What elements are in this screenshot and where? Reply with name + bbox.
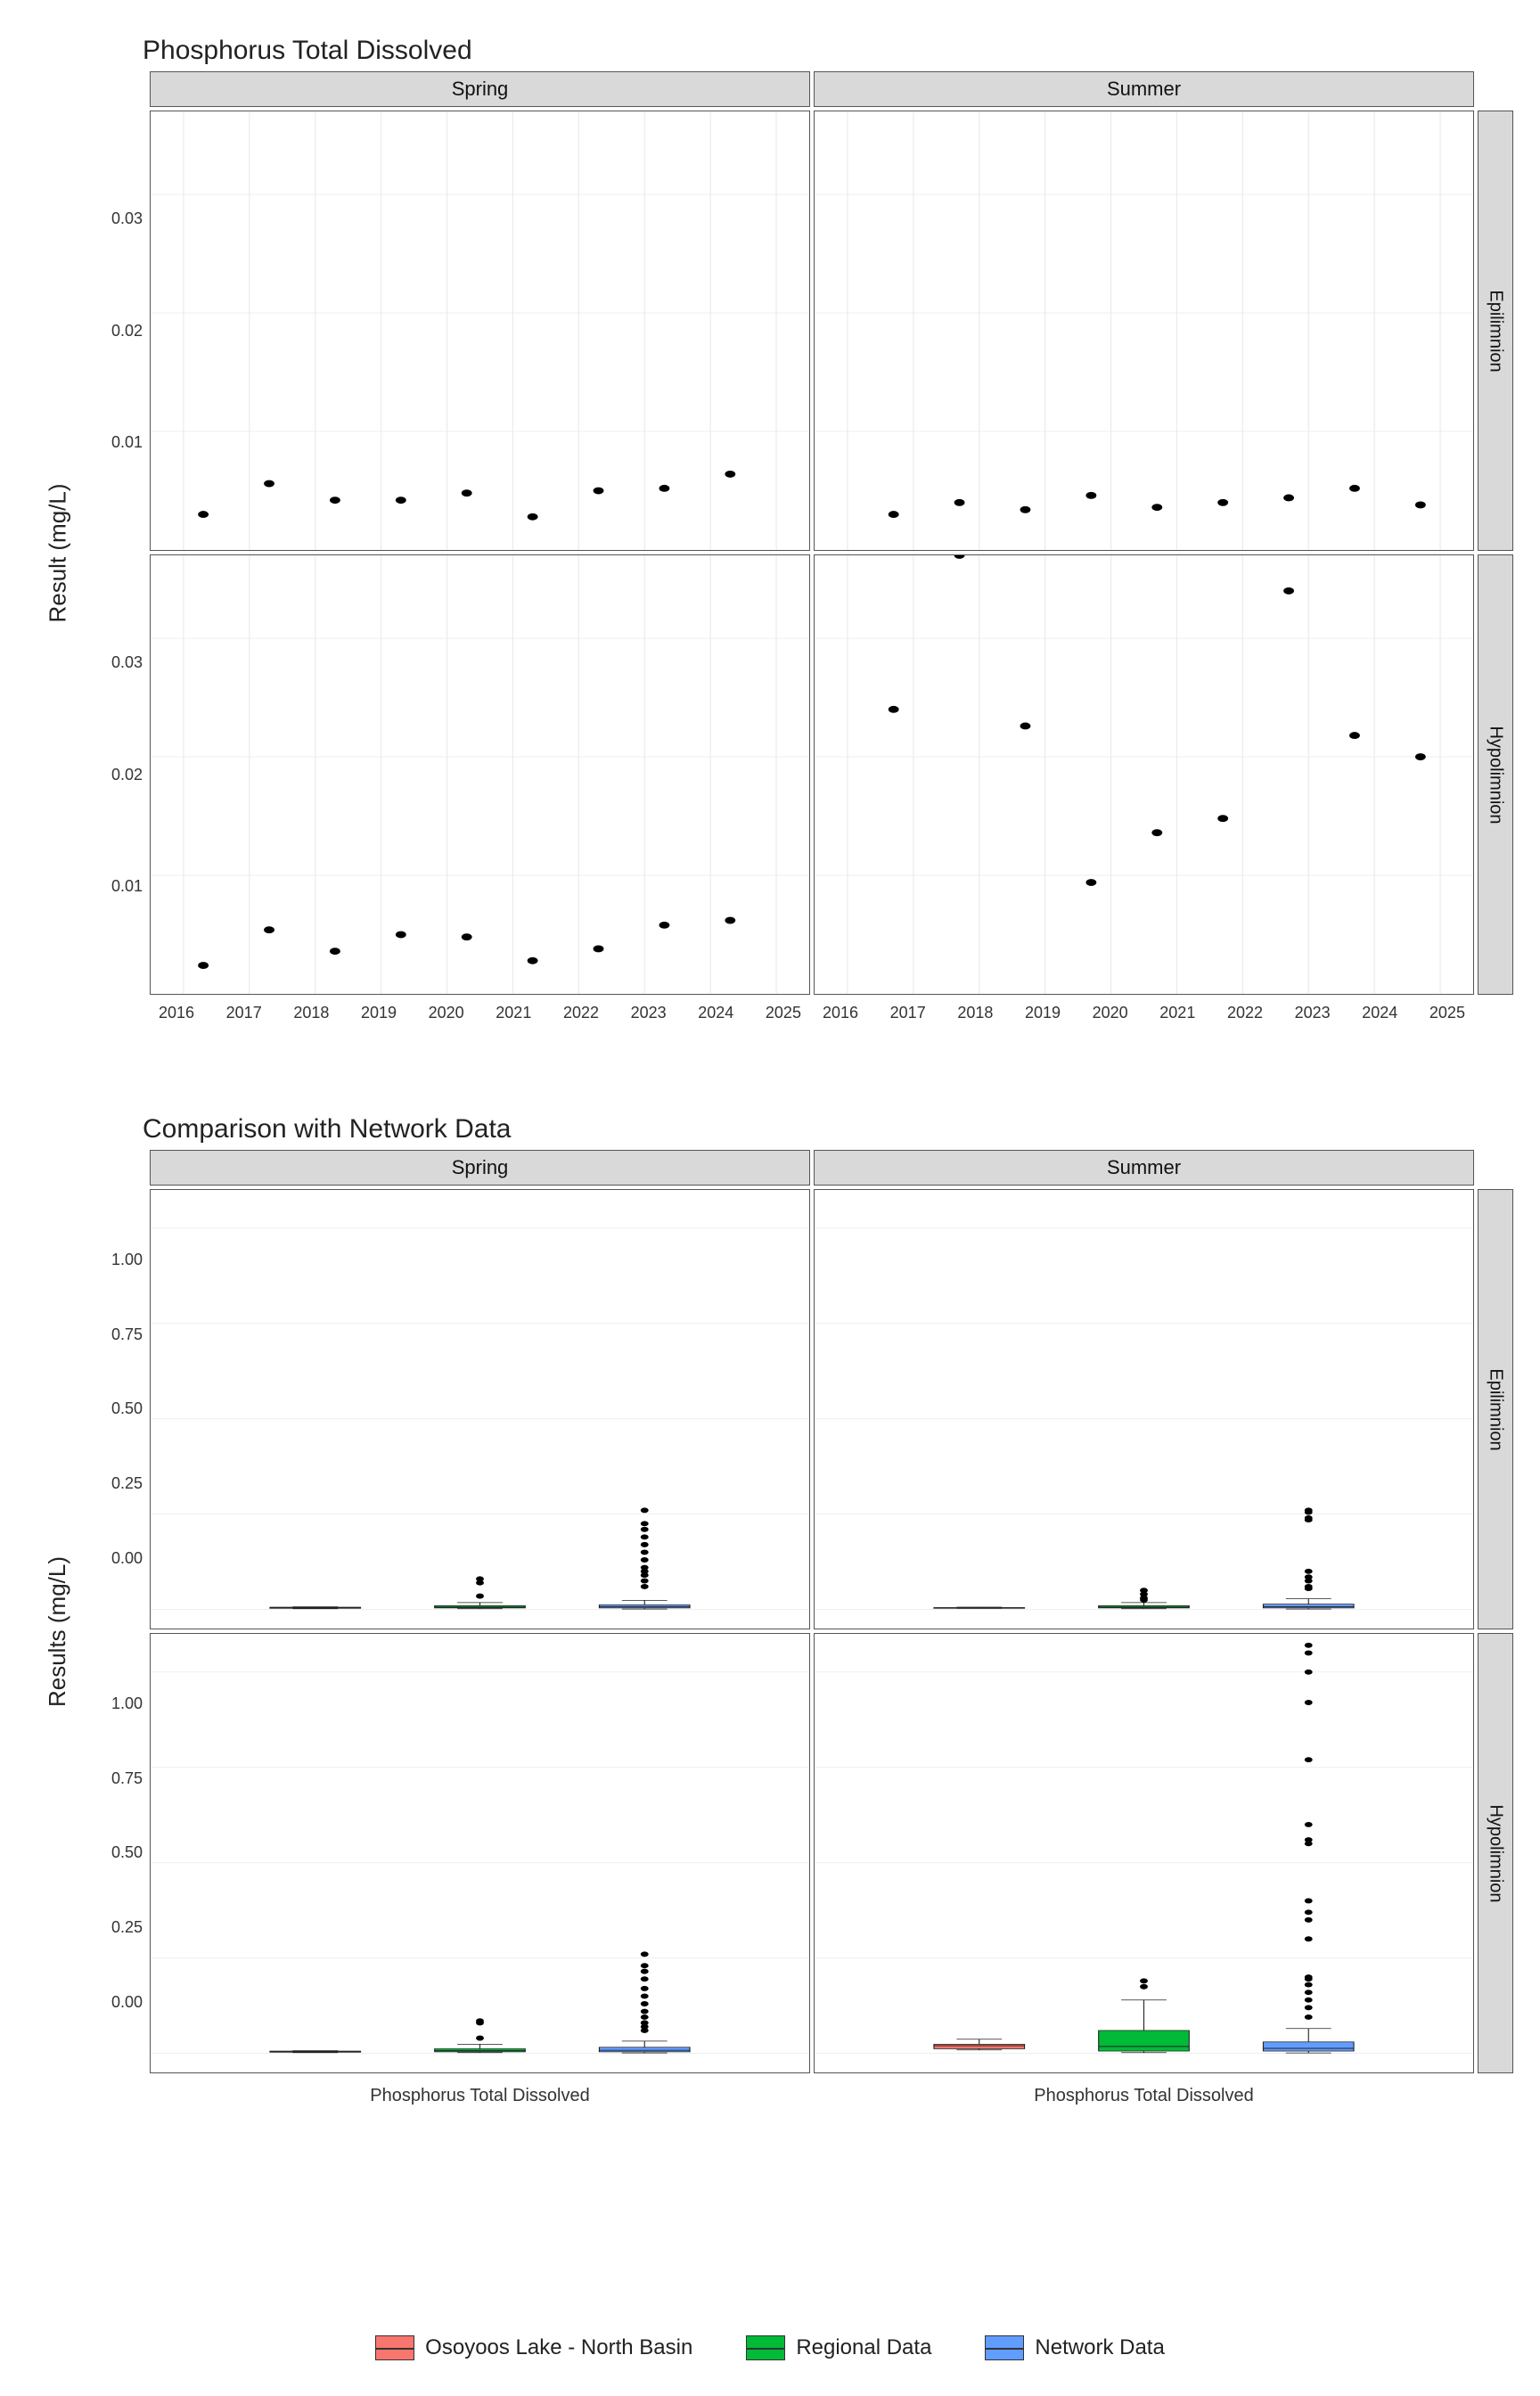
legend-item: Osoyoos Lake - North Basin (375, 2335, 692, 2360)
legend-item: Regional Data (746, 2335, 931, 2360)
legend-swatch-icon (375, 2335, 414, 2360)
boxplot-title: Comparison with Network Data (143, 1114, 1513, 1145)
box-xlabel-summer: Phosphorus Total Dissolved (814, 2077, 1474, 2130)
panel-spring-epi (150, 111, 810, 551)
legend-label: Osoyoos Lake - North Basin (425, 2335, 692, 2360)
scatter-facet-grid: Result (mg/L) Spring Summer 0.030.020.01… (27, 71, 1513, 1052)
box-yticks-row1: 1.000.750.500.250.00 (93, 1189, 146, 1629)
box-panel-summer-epi (814, 1189, 1474, 1629)
box-panel-spring-hypo (150, 1633, 810, 2073)
legend: Osoyoos Lake - North Basin Regional Data… (0, 2335, 1540, 2360)
box-row-strip-epi: Epilimnion (1478, 1189, 1513, 1629)
legend-label: Network Data (1035, 2335, 1164, 2360)
box-panel-spring-epi (150, 1189, 810, 1629)
panel-summer-hypo (814, 554, 1474, 995)
xticks-summer: 2016201720182019202020212022202320242025 (814, 998, 1474, 1052)
legend-label: Regional Data (796, 2335, 931, 2360)
xticks-spring: 2016201720182019202020212022202320242025 (150, 998, 810, 1052)
box-col-strip-summer: Summer (814, 1150, 1474, 1186)
col-strip-summer: Summer (814, 71, 1474, 107)
legend-item: Network Data (985, 2335, 1164, 2360)
boxplot-facet-grid: Results (mg/L) Spring Summer 1.000.750.5… (27, 1150, 1513, 2130)
col-strip-spring: Spring (150, 71, 810, 107)
yticks-top-row1: 0.030.020.01 (93, 111, 146, 551)
box-yticks-row2: 1.000.750.500.250.00 (93, 1633, 146, 2073)
row-strip-hypo: Hypolimnion (1478, 554, 1513, 995)
row-strip-epi: Epilimnion (1478, 111, 1513, 551)
legend-swatch-icon (985, 2335, 1024, 2360)
legend-swatch-icon (746, 2335, 785, 2360)
scatter-chart-block: Phosphorus Total Dissolved Result (mg/L)… (27, 36, 1513, 1052)
panel-summer-epi (814, 111, 1474, 551)
box-row-strip-hypo: Hypolimnion (1478, 1633, 1513, 2073)
boxplot-ylabel: Results (mg/L) (27, 1189, 89, 2073)
box-col-strip-spring: Spring (150, 1150, 810, 1186)
box-xlabel-spring: Phosphorus Total Dissolved (150, 2077, 810, 2130)
box-panel-summer-hypo (814, 1633, 1474, 2073)
scatter-ylabel: Result (mg/L) (27, 111, 89, 995)
scatter-title: Phosphorus Total Dissolved (143, 36, 1513, 66)
boxplot-chart-block: Comparison with Network Data Results (mg… (27, 1114, 1513, 2130)
yticks-top-row2: 0.030.020.01 (93, 554, 146, 995)
panel-spring-hypo (150, 554, 810, 995)
